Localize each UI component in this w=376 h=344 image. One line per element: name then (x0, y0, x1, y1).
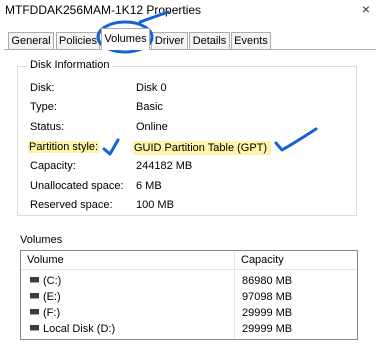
checkmark-value-annotation (274, 127, 318, 152)
tab-pointer-stroke-annotation (138, 10, 170, 24)
tab-volumes[interactable]: Volumes (101, 28, 150, 50)
checkmark-label-annotation (102, 138, 120, 156)
annotation-overlay (96, 10, 318, 156)
